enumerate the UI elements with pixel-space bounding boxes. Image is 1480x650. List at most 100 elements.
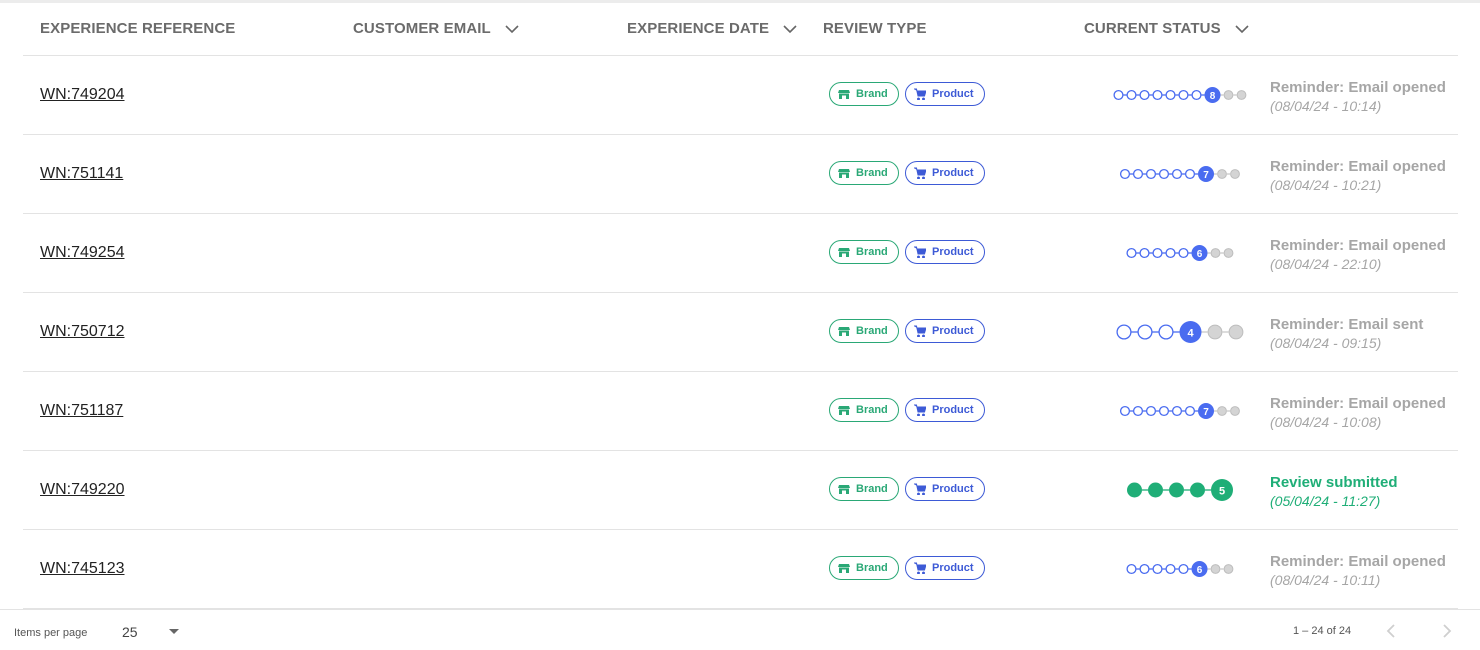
step-marker: [1152, 563, 1163, 575]
caret-down-icon[interactable]: [169, 629, 179, 634]
cart-icon: [914, 483, 926, 495]
brand-review-chip[interactable]: Brand: [829, 556, 899, 580]
status-cell: Reminder: Email opened (08/04/24 - 10:08): [1270, 395, 1446, 430]
current-step-number: 4: [1187, 328, 1194, 340]
status-timestamp: (08/04/24 - 09:15): [1270, 335, 1382, 351]
header-review-type: REVIEW TYPE: [823, 20, 927, 37]
step-marker: [1126, 89, 1137, 101]
step-marker: [1139, 563, 1150, 575]
product-review-chip[interactable]: Product: [905, 240, 985, 264]
step-marker: [1217, 406, 1227, 416]
product-review-chip[interactable]: Product: [905, 398, 985, 422]
status-progress-stepper: 6: [1126, 561, 1234, 577]
step-marker: [1113, 89, 1124, 101]
experience-reference-link[interactable]: WN:750712: [40, 323, 125, 341]
product-review-chip[interactable]: Product: [905, 319, 985, 343]
table-row: WN:749220 Brand Product 5 Review submitted (0…: [23, 451, 1458, 530]
table-header: EXPERIENCE REFERENCE CUSTOMER EMAIL EXPE…: [23, 3, 1458, 56]
chip-label: Brand: [856, 167, 888, 179]
chevron-down-icon[interactable]: [505, 22, 519, 36]
product-review-chip[interactable]: Product: [905, 82, 985, 106]
brand-review-chip[interactable]: Brand: [829, 398, 899, 422]
experience-reference-link[interactable]: WN:749204: [40, 86, 125, 104]
store-icon: [838, 90, 850, 99]
header-customer-email[interactable]: CUSTOMER EMAIL: [353, 20, 519, 37]
step-marker: [1169, 482, 1184, 498]
status-text: Reminder: Email opened: [1270, 158, 1446, 175]
step-marker: [1158, 405, 1170, 417]
items-per-page-select[interactable]: 25: [122, 624, 138, 640]
status-timestamp: (08/04/24 - 10:11): [1270, 572, 1381, 588]
chip-label: Brand: [856, 404, 888, 416]
status-timestamp: (05/04/24 - 11:27): [1270, 493, 1381, 509]
paginator: Items per page 25 1 – 24 of 24: [0, 609, 1480, 650]
current-step-number: 6: [1197, 249, 1203, 260]
brand-review-chip[interactable]: Brand: [829, 161, 899, 185]
store-icon: [838, 485, 850, 494]
step-marker: [1217, 169, 1227, 179]
status-progress-stepper: 4: [1116, 321, 1244, 343]
step-marker: [1207, 324, 1223, 340]
chip-label: Brand: [856, 483, 888, 495]
step-marker: [1152, 247, 1163, 259]
chip-label: Brand: [856, 246, 888, 258]
chevron-right-icon[interactable]: [1437, 622, 1455, 640]
experience-reference-link[interactable]: WN:745123: [40, 560, 125, 578]
chevron-left-icon[interactable]: [1383, 622, 1401, 640]
status-progress-stepper: 8: [1113, 87, 1247, 103]
experience-reference-link[interactable]: WN:751141: [40, 165, 123, 183]
status-cell: Review submitted (05/04/24 - 11:27): [1270, 474, 1398, 509]
step-marker: [1228, 324, 1244, 340]
step-marker: [1119, 168, 1131, 180]
experience-reference-link[interactable]: WN:749220: [40, 481, 125, 499]
product-review-chip[interactable]: Product: [905, 161, 985, 185]
header-label: CUSTOMER EMAIL: [353, 20, 491, 37]
step-marker: [1171, 405, 1183, 417]
brand-review-chip[interactable]: Brand: [829, 240, 899, 264]
status-text: Review submitted: [1270, 474, 1398, 491]
product-review-chip[interactable]: Product: [905, 477, 985, 501]
status-text: Reminder: Email opened: [1270, 79, 1446, 96]
header-label: EXPERIENCE DATE: [627, 20, 770, 37]
brand-review-chip[interactable]: Brand: [829, 319, 899, 343]
step-marker: [1171, 168, 1183, 180]
header-experience-reference: EXPERIENCE REFERENCE: [40, 20, 235, 37]
step-marker: [1165, 247, 1176, 259]
step-marker: [1116, 324, 1132, 340]
brand-review-chip[interactable]: Brand: [829, 477, 899, 501]
status-cell: Reminder: Email opened (08/04/24 - 10:14): [1270, 79, 1446, 114]
header-label: EXPERIENCE REFERENCE: [40, 20, 236, 37]
header-current-status[interactable]: CURRENT STATUS: [1084, 20, 1249, 37]
step-marker: [1184, 405, 1196, 417]
step-marker: [1137, 324, 1153, 340]
step-marker: [1145, 168, 1157, 180]
step-marker: [1223, 90, 1234, 100]
step-marker: [1119, 405, 1131, 417]
status-progress-stepper: 7: [1119, 403, 1240, 419]
product-review-chip[interactable]: Product: [905, 556, 985, 580]
header-experience-date[interactable]: EXPERIENCE DATE: [627, 20, 797, 37]
table-row: WN:749204 Brand Product 8 Reminder: Email op…: [23, 56, 1458, 135]
status-timestamp: (08/04/24 - 10:14): [1270, 98, 1382, 114]
brand-review-chip[interactable]: Brand: [829, 82, 899, 106]
table-row: WN:750712 Brand Product 4 Reminder: Email se…: [23, 293, 1458, 372]
experience-reference-link[interactable]: WN:749254: [40, 244, 125, 262]
step-marker: [1184, 168, 1196, 180]
chip-label: Product: [932, 325, 974, 337]
step-marker: [1178, 247, 1189, 259]
cart-icon: [914, 88, 926, 100]
experience-reference-link[interactable]: WN:751187: [40, 402, 123, 420]
step-marker: [1210, 564, 1221, 574]
header-label: REVIEW TYPE: [823, 20, 927, 37]
chevron-down-icon[interactable]: [1235, 22, 1249, 36]
chip-label: Product: [932, 404, 974, 416]
step-marker: [1126, 563, 1137, 575]
step-marker: [1178, 563, 1189, 575]
chevron-down-icon[interactable]: [783, 22, 797, 36]
status-text: Reminder: Email opened: [1270, 395, 1446, 412]
cart-icon: [914, 246, 926, 258]
step-marker: [1230, 169, 1240, 179]
step-marker: [1210, 248, 1221, 258]
table-row: WN:751187 Brand Product 7 Reminder: Email op…: [23, 372, 1458, 451]
chip-label: Brand: [856, 325, 888, 337]
